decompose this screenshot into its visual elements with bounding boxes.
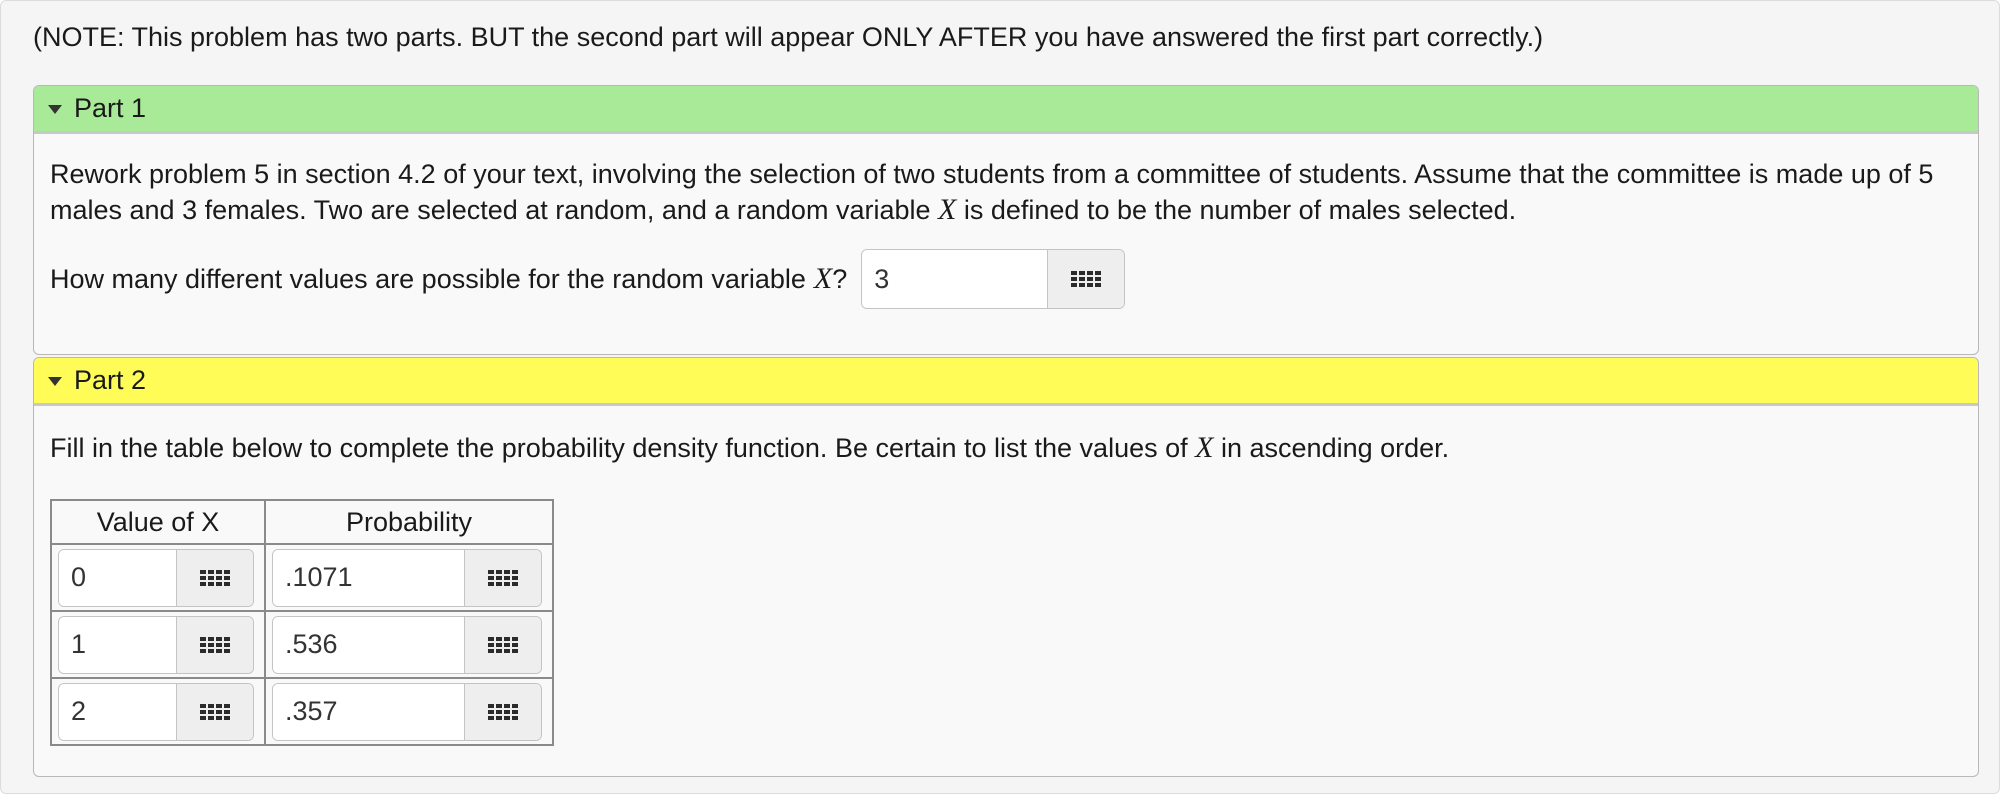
table-cell-value: 1	[50, 610, 266, 679]
value-input-text[interactable]: 0	[59, 549, 176, 606]
table-cell-probability: .536	[264, 610, 554, 679]
variable-x: X	[813, 262, 833, 295]
table-cell-probability: .1071	[264, 543, 554, 612]
equation-editor-button[interactable]	[463, 549, 541, 606]
part-1-title: Part 1	[74, 93, 147, 123]
probability-input-text[interactable]: .536	[273, 616, 464, 673]
value-input[interactable]: 0	[58, 548, 254, 607]
part-1-question: How many different values are possible f…	[50, 264, 806, 294]
caret-down-icon	[48, 377, 62, 386]
column-header-probability: Probability	[264, 499, 554, 545]
answer-input-value[interactable]: 3	[862, 250, 1047, 308]
part-2-instruction-text-end: in ascending order.	[1221, 433, 1450, 463]
part-1-header[interactable]: Part 1	[34, 86, 1978, 134]
part-2-title: Part 2	[74, 365, 147, 395]
equation-editor-button[interactable]	[463, 616, 541, 673]
part-1-paragraph: Rework problem 5 in section 4.2 of your …	[50, 156, 1962, 228]
probability-input-text[interactable]: .1071	[273, 549, 464, 606]
caret-down-icon	[48, 105, 62, 114]
table-cell-probability: .357	[264, 677, 554, 746]
column-header-value: Value of X	[50, 499, 266, 545]
problem-container: (NOTE: This problem has two parts. BUT t…	[0, 0, 2000, 794]
grid-keypad-icon	[199, 636, 230, 653]
part-2-panel: Part 2 Fill in the table below to comple…	[33, 357, 1979, 777]
grid-keypad-icon	[487, 636, 518, 653]
grid-keypad-icon	[487, 569, 518, 586]
table-row: 0 .1071	[50, 543, 554, 612]
value-input[interactable]: 2	[58, 682, 254, 741]
part-1-body: Rework problem 5 in section 4.2 of your …	[34, 156, 1978, 309]
grid-keypad-icon	[487, 703, 518, 720]
probability-input[interactable]: .536	[272, 615, 542, 674]
value-input-text[interactable]: 1	[59, 616, 176, 673]
part-2-body: Fill in the table below to complete the …	[34, 430, 1978, 466]
table-header-row: Value of X Probability	[50, 499, 554, 545]
equation-editor-button[interactable]	[175, 683, 253, 740]
value-input[interactable]: 1	[58, 615, 254, 674]
part-2-header[interactable]: Part 2	[34, 358, 1978, 406]
probability-table: Value of X Probability 0 .1071 1 .536 2 …	[50, 499, 554, 746]
part-2-instruction-text: Fill in the table below to complete the …	[50, 433, 1188, 463]
grid-keypad-icon	[199, 569, 230, 586]
part-2-instruction: Fill in the table below to complete the …	[50, 430, 1962, 466]
probability-input-text[interactable]: .357	[273, 683, 464, 740]
value-input-text[interactable]: 2	[59, 683, 176, 740]
equation-editor-button[interactable]	[1046, 250, 1125, 308]
equation-editor-button[interactable]	[175, 549, 253, 606]
question-mark: ?	[832, 264, 848, 294]
variable-x: X	[1195, 431, 1214, 464]
probability-input[interactable]: .357	[272, 682, 542, 741]
part-1-question-row: How many different values are possible f…	[50, 249, 1962, 309]
part-1-paragraph-text-end: is defined to be the number of males sel…	[963, 195, 1517, 225]
part-1-panel: Part 1 Rework problem 5 in section 4.2 o…	[33, 85, 1979, 355]
answer-input-values-count[interactable]: 3	[861, 249, 1126, 309]
variable-x: X	[938, 193, 957, 226]
problem-note: (NOTE: This problem has two parts. BUT t…	[33, 22, 1544, 52]
grid-keypad-icon	[1071, 271, 1102, 287]
probability-input[interactable]: .1071	[272, 548, 542, 607]
table-cell-value: 0	[50, 543, 266, 612]
table-row: 1 .536	[50, 610, 554, 679]
table-row: 2 .357	[50, 677, 554, 746]
table-cell-value: 2	[50, 677, 266, 746]
grid-keypad-icon	[199, 703, 230, 720]
equation-editor-button[interactable]	[463, 683, 541, 740]
equation-editor-button[interactable]	[175, 616, 253, 673]
